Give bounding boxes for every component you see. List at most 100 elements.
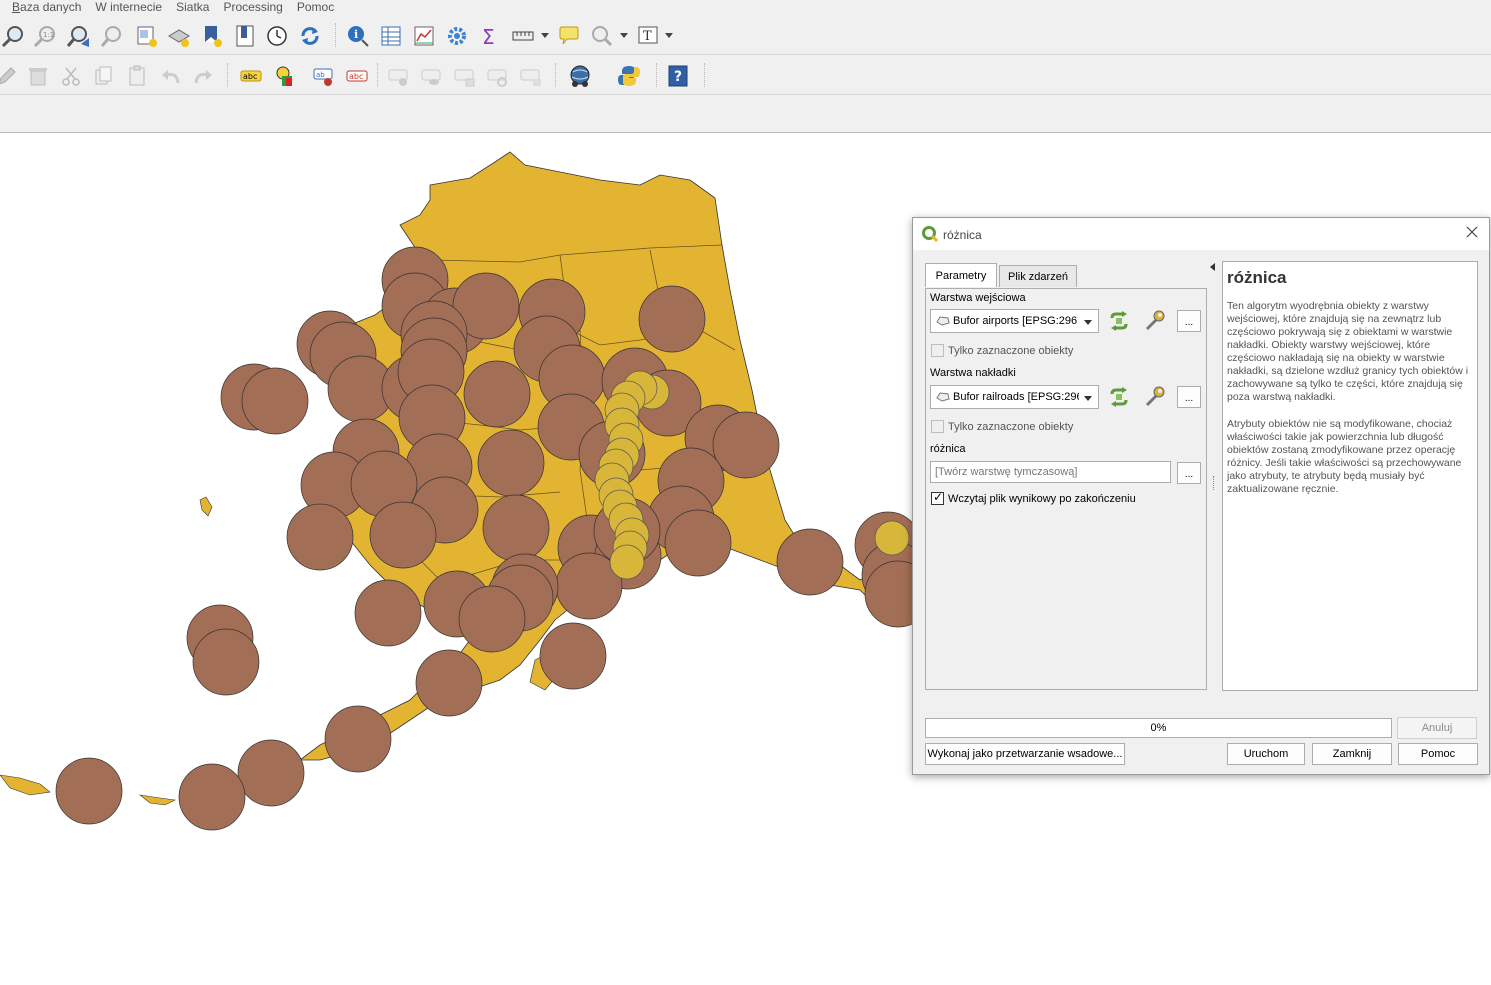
iterate-icon[interactable] (1107, 309, 1131, 333)
splitter-handle[interactable] (1213, 476, 1215, 490)
delete-icon[interactable] (25, 63, 51, 89)
tab-log-label: Plik zdarzeń (1008, 270, 1068, 283)
input-layer-combo[interactable]: Bufor airports [EPSG:296⁠ (930, 309, 1099, 333)
zoom-full-icon[interactable] (0, 23, 26, 49)
selected-only-checkbox-2[interactable] (931, 420, 944, 433)
identify-icon[interactable]: i (345, 23, 371, 49)
label-show-icon[interactable] (419, 63, 445, 89)
select-dropdown-icon[interactable] (620, 33, 628, 38)
menu-baza-danych[interactable]: Baza danych (12, 0, 81, 15)
polygon-layer-icon (936, 316, 950, 326)
menu-w-internecie[interactable]: W internecie (95, 0, 162, 15)
help-paragraph-1: Ten algorytm wyodrębnia obiekty z warstw… (1227, 300, 1469, 403)
load-result-checkbox[interactable] (931, 490, 944, 505)
chevron-down-icon (1084, 320, 1092, 325)
label-color-icon[interactable] (272, 63, 298, 89)
overlay-layer-combo[interactable]: Bufor railroads [EPSG:296 (930, 385, 1099, 409)
zoom-to-layer-icon[interactable] (66, 23, 92, 49)
input-layer-browse-button[interactable]: ... (1177, 310, 1201, 332)
toolbar-separator (704, 63, 706, 87)
cancel-button[interactable]: Anuluj (1397, 717, 1477, 739)
overlay-layer-browse-button[interactable]: ... (1177, 386, 1201, 408)
label-delete-icon[interactable]: abc (344, 63, 370, 89)
map-tips-icon[interactable] (556, 23, 582, 49)
cut-icon[interactable] (58, 63, 84, 89)
measure-dropdown-icon[interactable] (541, 33, 549, 38)
menu-processing[interactable]: Processing (223, 0, 282, 15)
text-annotation-icon[interactable]: T (635, 23, 661, 49)
show-bookmarks-icon[interactable] (232, 23, 258, 49)
new-3d-view-icon[interactable] (166, 23, 192, 49)
input-layer-label: Warstwa wejściowa (930, 292, 1026, 304)
load-result-label: Wczytaj plik wynikowy po zakończeniu (948, 493, 1136, 505)
undo-icon[interactable] (158, 63, 184, 89)
airport-buffer-circle (55, 757, 123, 825)
measure-icon[interactable] (510, 23, 536, 49)
tab-parameters[interactable]: Parametry (925, 263, 997, 287)
label-move-icon[interactable] (386, 63, 412, 89)
close-label: Zamknij (1332, 748, 1372, 760)
batch-process-button[interactable]: Wykonaj jako przetwarzanie wsadowe... (925, 743, 1125, 765)
iterate-icon[interactable] (1107, 385, 1131, 409)
airport-buffer-circle (463, 360, 531, 428)
temporal-controller-icon[interactable] (264, 23, 290, 49)
menu-siatka[interactable]: Siatka (176, 0, 209, 15)
help-button[interactable]: Pomoc (1398, 743, 1478, 765)
selected-only-checkbox-1[interactable] (931, 344, 944, 357)
help-paragraph-2: Atrybuty obiektów nie są modyfikowane, c… (1227, 418, 1462, 495)
label-change-icon[interactable] (485, 63, 511, 89)
svg-text:?: ? (674, 69, 682, 85)
select-features-icon[interactable] (589, 23, 615, 49)
wrench-icon[interactable] (1143, 309, 1167, 333)
island-aleutian (0, 774, 51, 796)
run-button[interactable]: Uruchom (1227, 743, 1305, 765)
label-lock-icon[interactable] (518, 63, 544, 89)
zoom-last-icon[interactable] (100, 23, 126, 49)
editing-label-toolbar: abc ab abc ? (0, 55, 1491, 95)
label-abc-icon[interactable]: abc (238, 63, 264, 89)
sum-icon[interactable]: Σ (477, 23, 503, 49)
attribute-table-icon[interactable] (378, 23, 404, 49)
overlay-layer-label: Warstwa nakładki (930, 367, 1016, 379)
close-icon[interactable] (1465, 225, 1479, 239)
annotation-dropdown-icon[interactable] (665, 33, 673, 38)
processing-dialog-difference: różnica Parametry Plik zdarzeń Warstwa w… (912, 217, 1490, 775)
redo-icon[interactable] (190, 63, 216, 89)
airport-buffer-circle (369, 501, 437, 569)
airport-buffer-circle (324, 705, 392, 773)
polygon-layer-icon (936, 392, 950, 402)
python-icon[interactable] (616, 63, 642, 89)
airport-buffer-circle (712, 411, 780, 479)
close-button[interactable]: Zamknij (1312, 743, 1392, 765)
progress-text: 0% (1150, 722, 1167, 734)
label-rotate-icon[interactable] (452, 63, 478, 89)
menu-bar: Baza danych W internecie Siatka Processi… (0, 0, 1491, 15)
help-icon[interactable]: ? (665, 63, 691, 89)
paste-icon[interactable] (124, 63, 150, 89)
airport-buffer-circle (539, 622, 607, 690)
globe-icon[interactable] (567, 63, 593, 89)
dialog-titlebar: różnica (913, 218, 1489, 250)
menu-pomoc[interactable]: Pomoc (297, 0, 334, 15)
new-bookmark-icon[interactable] (200, 23, 226, 49)
output-browse-button[interactable]: ... (1177, 462, 1201, 484)
new-map-view-icon[interactable] (134, 23, 160, 49)
zoom-native-icon[interactable]: 1:1 (32, 23, 58, 49)
output-layer-input[interactable]: [Twórz warstwę tymczasową] (930, 461, 1171, 483)
selected-only-label-2: Tylko zaznaczone obiekty (948, 421, 1074, 433)
settings-gear-icon[interactable] (444, 23, 470, 49)
toolbar-separator (227, 63, 229, 87)
overlay-layer-value: Bufor railroads [EPSG:296 (953, 391, 1079, 403)
edit-pencil-icon[interactable] (0, 63, 20, 89)
collapse-help-icon[interactable] (1210, 263, 1215, 271)
label-pin-icon[interactable]: ab (311, 63, 337, 89)
wrench-icon[interactable] (1143, 385, 1167, 409)
tab-log[interactable]: Plik zdarzeń (999, 265, 1077, 287)
statistics-icon[interactable] (411, 23, 437, 49)
airport-buffer-circle (458, 585, 526, 653)
toolbar-separator (656, 63, 658, 87)
airport-buffer-circle (482, 494, 550, 562)
refresh-icon[interactable] (297, 23, 323, 49)
copy-icon[interactable] (91, 63, 117, 89)
browse-dots: ... (1184, 317, 1194, 328)
